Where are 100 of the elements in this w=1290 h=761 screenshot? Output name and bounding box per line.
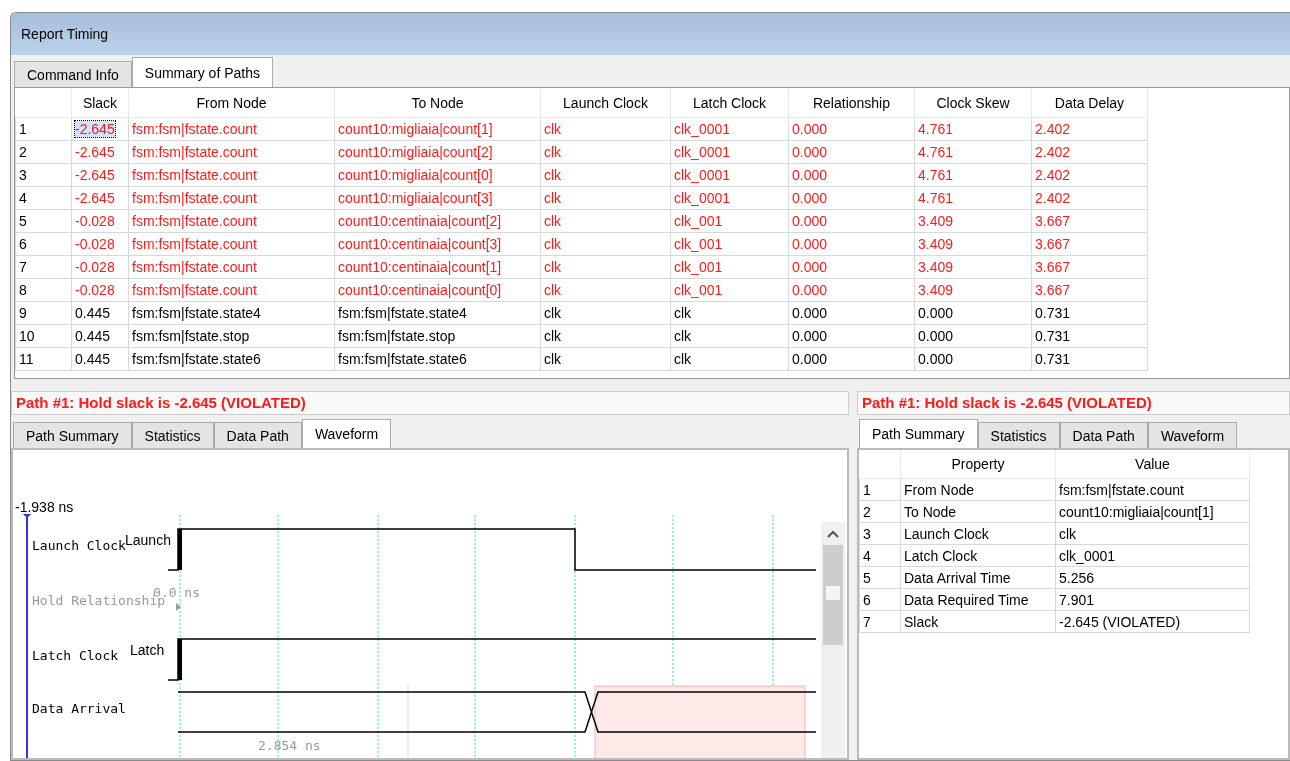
table-cell[interactable]: fsm:fsm|fstate.count	[128, 163, 335, 187]
column-header[interactable]: From Node	[128, 88, 335, 118]
table-cell[interactable]: 0.000	[788, 209, 915, 233]
table-cell[interactable]: fsm:fsm|fstate.state4	[334, 301, 541, 325]
table-cell[interactable]: 0.731	[1031, 347, 1148, 371]
table-cell[interactable]: 0.000	[788, 301, 915, 325]
column-header[interactable]: Relationship	[788, 88, 915, 118]
table-cell[interactable]: clk	[540, 324, 671, 348]
table-cell[interactable]: 0.000	[788, 232, 915, 256]
table-cell[interactable]: clk	[670, 324, 789, 348]
table-cell[interactable]: clk_0001	[670, 186, 789, 210]
column-header[interactable]: Slack	[71, 88, 129, 118]
table-cell[interactable]: 0.731	[1031, 301, 1148, 325]
tab[interactable]: Statistics	[131, 422, 214, 448]
table-cell[interactable]: clk_001	[670, 255, 789, 279]
table-cell[interactable]: 3.667	[1031, 232, 1148, 256]
table-cell[interactable]: clk_0001	[670, 163, 789, 187]
tab[interactable]: Path Summary	[13, 422, 132, 448]
table-cell[interactable]: fsm:fsm|fstate.count	[128, 209, 335, 233]
column-header[interactable]: Property	[900, 450, 1056, 479]
column-header[interactable]: Data Delay	[1031, 88, 1148, 118]
column-header[interactable]: Launch Clock	[540, 88, 671, 118]
table-cell[interactable]: clk	[540, 278, 671, 302]
table-cell[interactable]: clk_0001	[670, 140, 789, 164]
tab[interactable]: Waveform	[301, 419, 392, 448]
table-cell[interactable]: fsm:fsm|fstate.state6	[128, 347, 335, 371]
table-cell[interactable]: 2.402	[1031, 186, 1148, 210]
table-cell[interactable]: clk	[540, 140, 671, 164]
table-cell[interactable]: 4.761	[914, 140, 1032, 164]
table-cell[interactable]: 4.761	[914, 117, 1032, 141]
tab[interactable]: Statistics	[977, 422, 1060, 448]
table-cell[interactable]: 3.409	[914, 278, 1032, 302]
table-cell[interactable]: 3.667	[1031, 255, 1148, 279]
column-header[interactable]: To Node	[334, 88, 541, 118]
table-cell[interactable]: clk_001	[670, 232, 789, 256]
table-cell[interactable]: clk	[540, 163, 671, 187]
table-cell[interactable]: fsm:fsm|fstate.count	[128, 278, 335, 302]
table-cell[interactable]: clk	[540, 301, 671, 325]
table-cell[interactable]: fsm:fsm|fstate.count	[128, 255, 335, 279]
table-cell[interactable]: 0.445	[71, 324, 129, 348]
table-cell[interactable]: fsm:fsm|fstate.state4	[128, 301, 335, 325]
table-cell[interactable]: 0.000	[788, 278, 915, 302]
table-cell[interactable]: clk	[670, 347, 789, 371]
table-cell[interactable]: 3.409	[914, 209, 1032, 233]
table-cell[interactable]: 0.000	[788, 140, 915, 164]
table-cell[interactable]: 0.000	[788, 163, 915, 187]
table-cell[interactable]: clk	[540, 186, 671, 210]
table-cell[interactable]: -2.645	[71, 186, 129, 210]
table-cell[interactable]: 0.000	[914, 324, 1032, 348]
table-cell[interactable]: -2.645	[71, 163, 129, 187]
table-cell[interactable]: clk_001	[670, 278, 789, 302]
table-cell[interactable]: 0.000	[788, 186, 915, 210]
table-cell[interactable]: 0.445	[71, 301, 129, 325]
table-cell[interactable]: -2.645	[75, 121, 115, 137]
table-cell[interactable]: 0.000	[788, 324, 915, 348]
column-header[interactable]: Latch Clock	[670, 88, 789, 118]
column-header[interactable]: Value	[1055, 450, 1250, 479]
table-cell[interactable]: 0.000	[788, 117, 915, 141]
table-cell[interactable]: -0.028	[71, 232, 129, 256]
table-cell[interactable]: fsm:fsm|fstate.count	[128, 232, 335, 256]
table-cell[interactable]: count10:centinaia|count[2]	[334, 209, 541, 233]
table-cell[interactable]: 4.761	[914, 186, 1032, 210]
table-cell[interactable]: 0.000	[788, 255, 915, 279]
table-cell[interactable]: count10:migliaia|count[2]	[334, 140, 541, 164]
table-cell[interactable]: count10:migliaia|count[0]	[334, 163, 541, 187]
table-cell[interactable]: clk	[540, 255, 671, 279]
column-header[interactable]: Clock Skew	[914, 88, 1032, 118]
table-cell[interactable]: fsm:fsm|fstate.count	[128, 140, 335, 164]
scrollbar[interactable]	[821, 522, 845, 758]
table-cell[interactable]: -0.028	[71, 278, 129, 302]
table-cell[interactable]: -0.028	[71, 209, 129, 233]
table-cell[interactable]: fsm:fsm|fstate.count	[128, 117, 335, 141]
table-cell[interactable]: 2.402	[1031, 163, 1148, 187]
table-cell[interactable]: 3.667	[1031, 278, 1148, 302]
table-cell[interactable]: count10:centinaia|count[3]	[334, 232, 541, 256]
tab[interactable]: Waveform	[1147, 422, 1238, 448]
table-cell[interactable]: -2.645	[71, 140, 129, 164]
table-cell[interactable]: 4.761	[914, 163, 1032, 187]
table-cell[interactable]: 0.731	[1031, 324, 1148, 348]
tab[interactable]: Summary of Paths	[131, 57, 273, 87]
table-cell[interactable]: fsm:fsm|fstate.stop	[334, 324, 541, 348]
tab[interactable]: Command Info	[14, 61, 132, 87]
table-cell[interactable]: count10:centinaia|count[0]	[334, 278, 541, 302]
table-cell[interactable]: 0.445	[71, 347, 129, 371]
table-cell[interactable]: 3.409	[914, 232, 1032, 256]
table-cell[interactable]: clk	[540, 209, 671, 233]
tab[interactable]: Data Path	[1059, 422, 1148, 448]
tab[interactable]: Path Summary	[859, 419, 978, 448]
table-cell[interactable]: clk	[540, 347, 671, 371]
table-cell[interactable]: clk	[540, 232, 671, 256]
table-cell[interactable]: 3.667	[1031, 209, 1148, 233]
table-cell[interactable]: count10:migliaia|count[1]	[334, 117, 541, 141]
table-cell[interactable]: fsm:fsm|fstate.state6	[334, 347, 541, 371]
table-cell[interactable]: clk_0001	[670, 117, 789, 141]
table-cell[interactable]: fsm:fsm|fstate.count	[128, 186, 335, 210]
table-cell[interactable]: -0.028	[71, 255, 129, 279]
table-cell[interactable]: 2.402	[1031, 117, 1148, 141]
table-cell[interactable]: count10:migliaia|count[3]	[334, 186, 541, 210]
table-cell[interactable]: count10:centinaia|count[1]	[334, 255, 541, 279]
table-cell[interactable]: fsm:fsm|fstate.stop	[128, 324, 335, 348]
